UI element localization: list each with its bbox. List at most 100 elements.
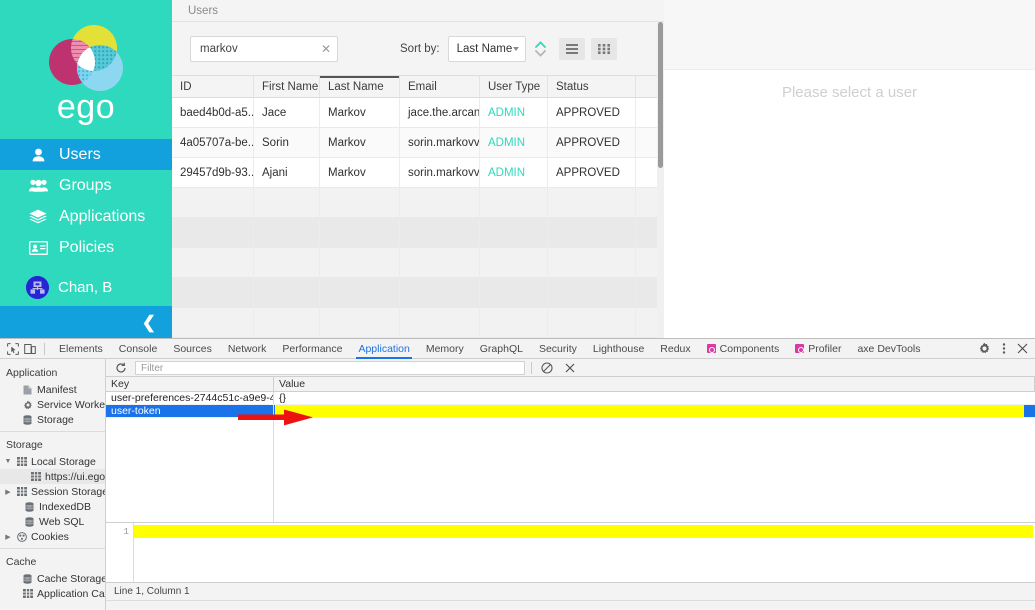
sidebar-item-groups[interactable]: Groups bbox=[0, 170, 172, 201]
devtools-tab-profiler[interactable]: Profiler bbox=[787, 339, 849, 359]
devtools-tab-application[interactable]: Application bbox=[350, 339, 417, 359]
tree-item-label: Manifest bbox=[37, 383, 77, 396]
chevron-right-icon[interactable]: ▶ bbox=[4, 533, 12, 541]
sidebar-collapse-button[interactable]: ❮ bbox=[0, 306, 172, 338]
tree-item-local-storage[interactable]: ▼ Local Storage bbox=[0, 454, 105, 469]
tree-item-local-storage-origin[interactable]: https://ui.ego.sta bbox=[0, 469, 105, 484]
column-header-email[interactable]: Email bbox=[400, 76, 480, 98]
storage-cell-value-redacted bbox=[274, 405, 1035, 417]
column-header-user-type[interactable]: User Type bbox=[480, 76, 548, 98]
column-header-first-name[interactable]: First Name bbox=[254, 76, 320, 98]
tree-section-title: Cache bbox=[6, 556, 37, 568]
devtools-tab-console[interactable]: Console bbox=[111, 339, 166, 359]
close-icon[interactable]: ✕ bbox=[321, 43, 331, 55]
tree-item-cache-storage[interactable]: Cache Storage bbox=[0, 571, 105, 586]
current-user-label: Chan, B bbox=[58, 279, 113, 296]
column-header-id[interactable]: ID bbox=[172, 76, 254, 98]
column-header-status[interactable]: Status bbox=[548, 76, 636, 98]
chevron-right-icon[interactable]: ▶ bbox=[4, 488, 12, 496]
tree-item-indexeddb[interactable]: IndexedDB bbox=[0, 499, 105, 514]
devtools-tab-axe-devtools[interactable]: axe DevTools bbox=[849, 339, 928, 359]
storage-table-row[interactable]: user-preferences-2744c51c-a9e9-4fda... {… bbox=[106, 392, 1035, 405]
sidebar-item-label: Policies bbox=[59, 238, 115, 256]
chevron-down-icon[interactable]: ▼ bbox=[4, 458, 12, 465]
tree-item-label: Storage bbox=[37, 413, 74, 426]
devtools-tab-elements[interactable]: Elements bbox=[51, 339, 111, 359]
devtools-tab-memory[interactable]: Memory bbox=[418, 339, 472, 359]
line-number-gutter: 1 bbox=[106, 523, 134, 582]
cell-last-name: Markov bbox=[320, 128, 400, 157]
scrollbar-thumb[interactable] bbox=[658, 22, 663, 168]
filter-input[interactable]: Filter bbox=[135, 360, 525, 375]
tree-item-service-workers[interactable]: Service Workers bbox=[0, 397, 105, 412]
sidebar-item-users[interactable]: Users bbox=[0, 139, 172, 170]
grid-view-button[interactable] bbox=[590, 37, 617, 60]
sidebar-item-applications[interactable]: Applications bbox=[0, 201, 172, 232]
chevron-down-icon bbox=[534, 49, 546, 57]
tree-item-label: Application Cache bbox=[37, 587, 105, 600]
devtools-tab-graphql[interactable]: GraphQL bbox=[472, 339, 531, 359]
table-row[interactable]: 29457d9b-93... Ajani Markov sorin.markov… bbox=[172, 158, 664, 188]
column-header-last-name[interactable]: Last Name bbox=[320, 76, 400, 98]
inspect-element-icon[interactable] bbox=[4, 341, 21, 357]
redaction-highlight bbox=[134, 525, 1033, 538]
devtools-tabbar: Elements Console Sources Network Perform… bbox=[0, 339, 1035, 359]
gear-icon[interactable] bbox=[976, 341, 993, 357]
table-row[interactable]: 4a05707a-be... Sorin Markov sorin.markov… bbox=[172, 128, 664, 158]
users-group-icon bbox=[28, 177, 48, 195]
database-icon bbox=[22, 573, 33, 584]
storage-main-pane: Filter Key Value user-preferences-2744c5 bbox=[106, 359, 1035, 610]
devtools-tab-network[interactable]: Network bbox=[220, 339, 275, 359]
devtools-tab-sources[interactable]: Sources bbox=[165, 339, 220, 359]
devtools-tab-security[interactable]: Security bbox=[531, 339, 585, 359]
sidebar-current-user[interactable]: Chan, B bbox=[0, 272, 172, 303]
preview-content[interactable] bbox=[134, 523, 1035, 582]
refresh-icon[interactable] bbox=[112, 360, 129, 376]
search-input[interactable]: markov ✕ bbox=[190, 35, 338, 62]
cell-email: sorin.markovv... bbox=[400, 128, 480, 157]
user-list-panel: Users markov ✕ Sort by: Last Name ID Fir… bbox=[172, 0, 664, 338]
devtools-tab-lighthouse[interactable]: Lighthouse bbox=[585, 339, 652, 359]
table-row-empty bbox=[172, 308, 664, 338]
sidebar-item-policies[interactable]: Policies bbox=[0, 232, 172, 263]
tree-item-web-sql[interactable]: Web SQL bbox=[0, 514, 105, 529]
user-icon bbox=[28, 146, 48, 164]
storage-table-row-selected[interactable]: user-token bbox=[106, 405, 1035, 418]
tree-item-label: Web SQL bbox=[39, 515, 85, 528]
table-row[interactable]: baed4b0d-a5... Jace Markov jace.the.arca… bbox=[172, 98, 664, 128]
kebab-menu-icon[interactable] bbox=[995, 341, 1012, 357]
react-icon bbox=[795, 344, 805, 353]
database-icon bbox=[24, 516, 35, 527]
detail-header bbox=[664, 0, 1035, 70]
devtools-tab-performance[interactable]: Performance bbox=[274, 339, 350, 359]
search-value: markov bbox=[200, 42, 238, 55]
list-view-button[interactable] bbox=[558, 37, 585, 60]
cell-last-name: Markov bbox=[320, 98, 400, 127]
devtools-tab-label: Profiler bbox=[808, 342, 842, 355]
sort-by-select[interactable]: Last Name bbox=[447, 35, 526, 62]
cell-first-name: Jace bbox=[254, 98, 320, 127]
tree-item-cookies[interactable]: ▶ Cookies bbox=[0, 529, 105, 544]
device-toolbar-icon[interactable] bbox=[21, 341, 38, 357]
tree-item-application-cache[interactable]: Application Cache bbox=[0, 586, 105, 601]
delete-close-icon[interactable] bbox=[561, 360, 578, 376]
cell-email: jace.the.arcan... bbox=[400, 98, 480, 127]
gear-icon bbox=[22, 399, 33, 410]
brand-name: ego bbox=[56, 88, 116, 126]
storage-column-value[interactable]: Value bbox=[274, 377, 1035, 391]
close-icon[interactable] bbox=[1014, 341, 1031, 357]
divider bbox=[531, 361, 532, 374]
storage-column-key[interactable]: Key bbox=[106, 377, 274, 391]
no-entry-icon[interactable] bbox=[538, 360, 555, 376]
tree-item-storage[interactable]: Storage bbox=[0, 412, 105, 427]
tree-item-session-storage[interactable]: ▶ Session Storage bbox=[0, 484, 105, 499]
database-icon bbox=[24, 501, 35, 512]
devtools-tab-components[interactable]: Components bbox=[699, 339, 788, 359]
preview-statusbar: Line 1, Column 1 bbox=[106, 582, 1035, 600]
table-icon bbox=[16, 456, 27, 467]
tree-item-manifest[interactable]: Manifest bbox=[0, 382, 105, 397]
list-scrollbar[interactable] bbox=[657, 22, 664, 338]
devtools-tab-redux[interactable]: Redux bbox=[652, 339, 698, 359]
tree-item-label: IndexedDB bbox=[39, 500, 91, 513]
sort-direction-toggle[interactable] bbox=[534, 40, 546, 57]
